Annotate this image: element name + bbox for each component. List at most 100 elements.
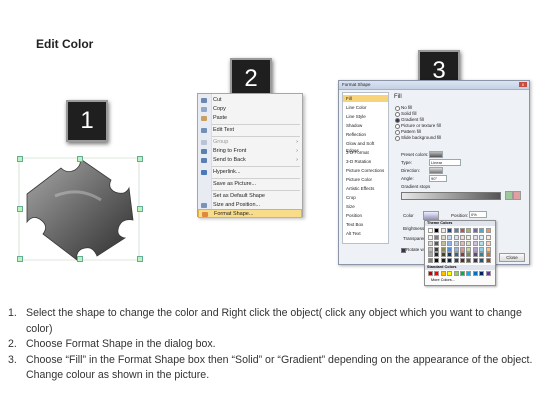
color-swatch[interactable]	[440, 252, 446, 258]
color-swatch[interactable]	[472, 228, 478, 233]
color-dropdown[interactable]	[423, 211, 439, 220]
color-swatch[interactable]	[447, 228, 453, 233]
color-swatch[interactable]	[434, 235, 440, 240]
color-swatch[interactable]	[447, 235, 453, 240]
category-fill[interactable]: Fill	[343, 95, 388, 102]
selection-handle[interactable]	[17, 256, 23, 262]
color-swatch[interactable]	[447, 271, 453, 276]
direction-button[interactable]	[429, 167, 443, 174]
menu-item-hyperlink[interactable]: Hyperlink...	[198, 168, 302, 177]
color-swatch[interactable]	[472, 258, 478, 264]
radio-gradient-fill[interactable]	[395, 118, 400, 123]
color-swatch[interactable]	[460, 252, 465, 258]
color-swatch[interactable]	[479, 240, 485, 246]
category-position[interactable]: Position	[346, 212, 362, 219]
color-swatch[interactable]	[434, 271, 440, 276]
color-swatch[interactable]	[434, 246, 440, 252]
radio-slide-bg-fill[interactable]	[395, 136, 400, 141]
color-swatch[interactable]	[428, 258, 433, 264]
color-swatch[interactable]	[460, 235, 465, 240]
menu-item-paste[interactable]: Paste	[198, 114, 302, 123]
radio-solid-fill[interactable]	[395, 112, 400, 117]
color-swatch[interactable]	[485, 235, 491, 240]
selection-handle[interactable]	[137, 256, 143, 262]
color-swatch[interactable]	[479, 258, 485, 264]
more-colors-link[interactable]: More Colors...	[431, 278, 455, 282]
radio-picture-fill[interactable]	[395, 124, 400, 129]
color-swatch[interactable]	[434, 240, 440, 246]
color-swatch[interactable]	[428, 271, 433, 276]
color-swatch[interactable]	[466, 240, 472, 246]
color-swatch[interactable]	[479, 252, 485, 258]
selection-handle[interactable]	[77, 156, 83, 162]
color-swatch[interactable]	[440, 240, 446, 246]
color-swatch[interactable]	[472, 271, 478, 276]
color-swatch[interactable]	[453, 235, 459, 240]
color-swatch[interactable]	[440, 235, 446, 240]
color-swatch[interactable]	[447, 252, 453, 258]
type-select[interactable]: Linear	[429, 159, 461, 166]
color-swatch[interactable]	[472, 252, 478, 258]
color-swatch[interactable]	[485, 252, 491, 258]
radio-no-fill[interactable]	[395, 106, 400, 111]
color-swatch[interactable]	[479, 235, 485, 240]
color-swatch[interactable]	[447, 246, 453, 252]
color-swatch[interactable]	[440, 246, 446, 252]
color-swatch[interactable]	[453, 240, 459, 246]
color-swatch[interactable]	[472, 235, 478, 240]
category-alt-text[interactable]: Alt Text	[346, 230, 361, 237]
color-swatch[interactable]	[466, 258, 472, 264]
color-swatch[interactable]	[479, 246, 485, 252]
color-swatch[interactable]	[453, 228, 459, 233]
color-swatch[interactable]	[466, 252, 472, 258]
color-swatch[interactable]	[453, 246, 459, 252]
color-swatch[interactable]	[485, 240, 491, 246]
color-swatch[interactable]	[466, 271, 472, 276]
menu-item-format-shape[interactable]: Format Shape...	[198, 209, 302, 218]
selection-handle[interactable]	[17, 156, 23, 162]
color-swatch[interactable]	[460, 271, 465, 276]
menu-item-save-as-picture[interactable]: Save as Picture...	[198, 180, 302, 189]
color-swatch[interactable]	[485, 258, 491, 264]
category-size[interactable]: Size	[346, 203, 355, 210]
color-swatch[interactable]	[485, 228, 491, 233]
color-swatch[interactable]	[472, 246, 478, 252]
category-3d-rotation[interactable]: 3-D Rotation	[346, 158, 371, 165]
color-swatch[interactable]	[453, 252, 459, 258]
color-swatch[interactable]	[428, 240, 433, 246]
color-swatch[interactable]	[479, 271, 485, 276]
color-swatch[interactable]	[485, 271, 491, 276]
color-swatch[interactable]	[479, 228, 485, 233]
position-input[interactable]: 0%	[469, 211, 487, 218]
color-swatch[interactable]	[434, 228, 440, 233]
selection-handle[interactable]	[137, 156, 143, 162]
color-swatch[interactable]	[460, 246, 465, 252]
color-swatch[interactable]	[447, 240, 453, 246]
category-text-box[interactable]: Text Box	[346, 221, 363, 228]
color-swatch[interactable]	[428, 235, 433, 240]
color-swatch[interactable]	[460, 240, 465, 246]
color-swatch[interactable]	[440, 228, 446, 233]
gradient-stops-bar[interactable]	[401, 192, 501, 200]
color-swatch[interactable]	[472, 240, 478, 246]
menu-item-set-default-shape[interactable]: Set as Default Shape	[198, 192, 302, 201]
color-swatch[interactable]	[460, 258, 465, 264]
menu-item-edit-text[interactable]: Edit Text	[198, 126, 302, 135]
selection-handle[interactable]	[17, 206, 23, 212]
menu-item-copy[interactable]: Copy	[198, 105, 302, 114]
color-swatch[interactable]	[428, 228, 433, 233]
selection-handle[interactable]	[137, 206, 143, 212]
color-swatch[interactable]	[447, 258, 453, 264]
angle-input[interactable]: 90°	[429, 175, 447, 182]
color-swatch[interactable]	[466, 246, 472, 252]
category-picture-color[interactable]: Picture Color	[346, 176, 372, 183]
color-swatch[interactable]	[453, 271, 459, 276]
dialog-titlebar[interactable]: Format Shape x	[339, 81, 529, 90]
menu-item-group[interactable]: Group ›	[198, 138, 302, 147]
selection-handle[interactable]	[77, 256, 83, 262]
puzzle-shape[interactable]	[15, 156, 143, 262]
category-line-color[interactable]: Line Color	[346, 104, 367, 111]
menu-item-bring-to-front[interactable]: Bring to Front ›	[198, 147, 302, 156]
color-swatch[interactable]	[440, 271, 446, 276]
category-picture-corrections[interactable]: Picture Corrections	[346, 167, 384, 174]
